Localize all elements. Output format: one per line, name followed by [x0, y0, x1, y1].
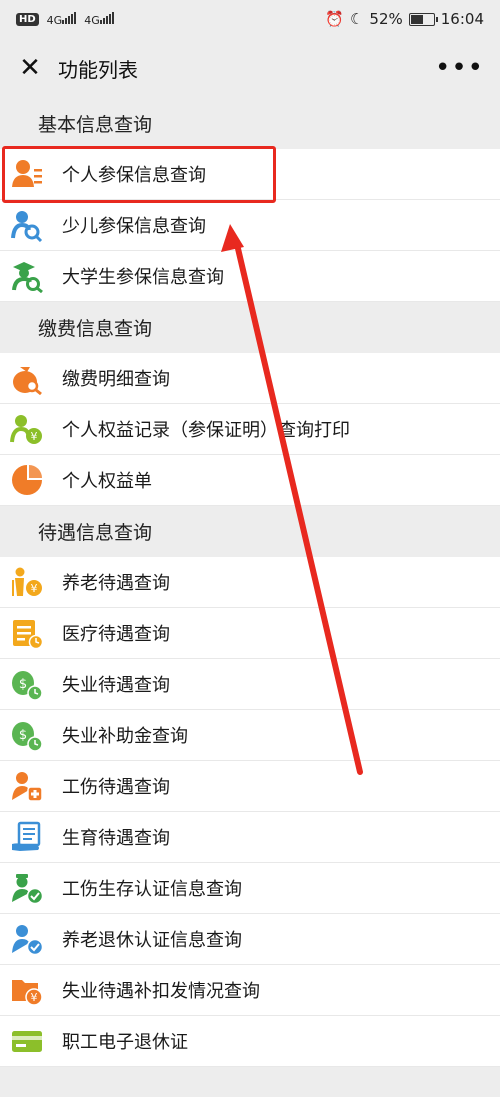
item-label: 养老待遇查询: [62, 573, 170, 594]
item-label: 失业待遇查询: [62, 675, 170, 696]
page-title: 功能列表: [58, 57, 138, 82]
list-item-unemployment-benefit-query[interactable]: $ 失业待遇查询: [0, 659, 500, 710]
list-item-personal-rights-statement[interactable]: 个人权益单: [0, 455, 500, 506]
money-bag-search-icon: [10, 361, 44, 395]
svg-text:¥: ¥: [31, 582, 38, 595]
item-label: 工伤待遇查询: [62, 777, 170, 798]
person-yuan-icon: ¥: [10, 412, 44, 446]
moon-icon: ☾: [349, 10, 364, 28]
coins-clock-green-icon: $: [10, 718, 44, 752]
clock-time: 16:04: [440, 10, 484, 28]
nav-bar: ✕ 功能列表 •••: [0, 38, 500, 98]
signal-4g-2: 4G: [84, 11, 114, 27]
svg-text:¥: ¥: [31, 430, 38, 443]
item-label: 大学生参保信息查询: [62, 267, 224, 288]
worker-injury-icon: [10, 769, 44, 803]
folder-yuan-icon: ¥: [10, 973, 44, 1007]
battery-percent: 52%: [369, 10, 403, 28]
list-item-medical-benefit-query[interactable]: 医疗待遇查询: [0, 608, 500, 659]
pie-chart-icon: [10, 463, 44, 497]
hd-badge: HD: [16, 12, 39, 26]
svg-text:$: $: [19, 728, 27, 743]
item-label: 职工电子退休证: [62, 1032, 188, 1053]
item-label: 工伤生存认证信息查询: [62, 879, 242, 900]
item-label: 缴费明细查询: [62, 369, 170, 390]
elderly-yuan-icon: ¥: [10, 565, 44, 599]
section-header-benefit-info: 待遇信息查询: [0, 506, 500, 557]
item-label: 个人参保信息查询: [62, 165, 206, 186]
item-label: 失业补助金查询: [62, 726, 188, 747]
function-list: 基本信息查询 个人参保信息查询 少儿参保信息查询 大学生参保信息查询 缴费信息查…: [0, 98, 500, 1097]
worker-check-icon: [10, 871, 44, 905]
list-item-electronic-retirement-card[interactable]: 职工电子退休证: [0, 1016, 500, 1067]
list-item-pension-benefit-query[interactable]: ¥ 养老待遇查询: [0, 557, 500, 608]
document-hand-icon: [10, 820, 44, 854]
retiree-check-icon: [10, 922, 44, 956]
graduate-search-icon: [10, 259, 44, 293]
coins-clock-icon: $: [10, 667, 44, 701]
item-label: 医疗待遇查询: [62, 624, 170, 645]
status-right: ⏰ ☾ 52% 16:04: [325, 10, 484, 28]
item-label: 少儿参保信息查询: [62, 216, 206, 237]
list-item-work-injury-survival-cert-query[interactable]: 工伤生存认证信息查询: [0, 863, 500, 914]
battery-icon: [408, 12, 438, 26]
list-item-rights-record-print[interactable]: ¥ 个人权益记录（参保证明）查询打印: [0, 404, 500, 455]
card-icon: [10, 1024, 44, 1058]
section-header-payment-info: 缴费信息查询: [0, 302, 500, 353]
section-header-basic-info: 基本信息查询: [0, 98, 500, 149]
item-label: 生育待遇查询: [62, 828, 170, 849]
item-label: 养老退休认证信息查询: [62, 930, 242, 951]
item-label: 个人权益单: [62, 471, 152, 492]
status-bar: HD 4G 4G ⏰ ☾ 52% 16:04: [0, 0, 500, 38]
alarm-icon: ⏰: [325, 10, 344, 28]
more-menu-icon[interactable]: •••: [435, 55, 484, 81]
list-item-work-injury-benefit-query[interactable]: 工伤待遇查询: [0, 761, 500, 812]
list-item-personal-insurance-query[interactable]: 个人参保信息查询: [0, 149, 500, 200]
svg-text:$: $: [19, 677, 27, 692]
person-list-icon: [10, 157, 44, 191]
list-item-unemployment-deduction-query[interactable]: ¥ 失业待遇补扣发情况查询: [0, 965, 500, 1016]
list-item-unemployment-subsidy-query[interactable]: $ 失业补助金查询: [0, 710, 500, 761]
next-section-peek: [0, 1067, 500, 1097]
svg-text:¥: ¥: [31, 991, 38, 1004]
list-item-student-insurance-query[interactable]: 大学生参保信息查询: [0, 251, 500, 302]
list-item-payment-detail-query[interactable]: 缴费明细查询: [0, 353, 500, 404]
item-label: 个人权益记录（参保证明）查询打印: [62, 420, 350, 441]
child-search-icon: [10, 208, 44, 242]
close-icon[interactable]: ✕: [16, 53, 44, 83]
status-left: HD 4G 4G: [16, 11, 114, 27]
list-item-maternity-benefit-query[interactable]: 生育待遇查询: [0, 812, 500, 863]
list-item-child-insurance-query[interactable]: 少儿参保信息查询: [0, 200, 500, 251]
list-item-pension-retirement-cert-query[interactable]: 养老退休认证信息查询: [0, 914, 500, 965]
medical-notepad-icon: [10, 616, 44, 650]
signal-4g-1: 4G: [47, 11, 77, 27]
item-label: 失业待遇补扣发情况查询: [62, 981, 260, 1002]
